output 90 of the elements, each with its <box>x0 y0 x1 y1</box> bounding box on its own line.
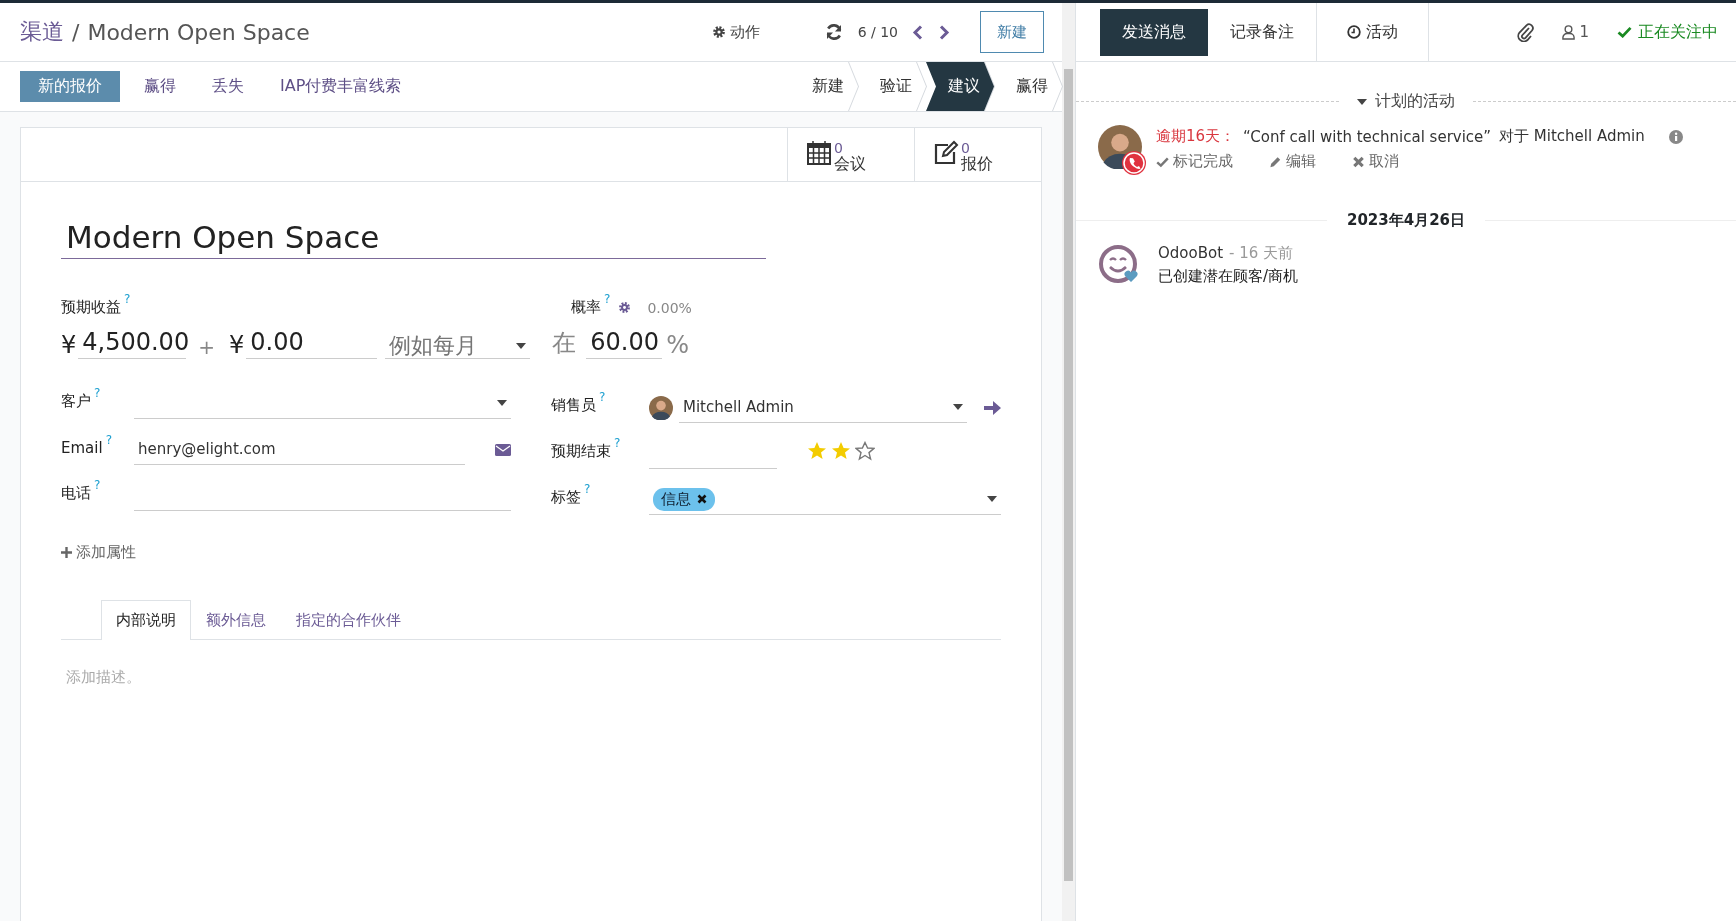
amount-field[interactable]: 4,500.00 <box>78 326 187 359</box>
star-icon[interactable] <box>831 440 851 461</box>
caret-icon <box>953 404 963 410</box>
user-icon <box>1562 24 1576 40</box>
plan-select[interactable]: 例如每月 <box>385 333 531 359</box>
recurring-field[interactable]: 0.00 <box>246 326 378 359</box>
caret-icon <box>516 342 527 349</box>
caret-icon <box>987 496 997 502</box>
chatter-button[interactable]: 活动 <box>1316 3 1429 61</box>
tag-label: 信息 <box>661 489 691 509</box>
bot-avatar-icon <box>1098 244 1140 286</box>
field-label: 电话 <box>61 484 91 503</box>
stage-step[interactable]: 建议 <box>926 62 994 111</box>
probability-field[interactable]: 60.00 <box>586 326 663 359</box>
activity-summary: “Conf call with technical service” <box>1243 127 1492 146</box>
pager-value[interactable]: 6 / 10 <box>857 24 898 40</box>
gear-icon[interactable] <box>618 301 632 314</box>
header-button[interactable]: 赢得 <box>132 71 188 102</box>
percent-sign: % <box>666 331 690 359</box>
close-icon <box>1352 155 1365 168</box>
gear-icon <box>711 25 726 39</box>
breadcrumb-current: Modern Open Space <box>87 19 310 45</box>
currency-symbol: ¥ <box>229 331 245 359</box>
tags-field[interactable]: 信息 <box>649 484 1001 515</box>
notebook-tab[interactable]: 内部说明 <box>101 600 191 640</box>
plus-sign: + <box>198 335 216 359</box>
breadcrumb-separator: / <box>72 19 80 45</box>
overdue-label: 逾期16天： <box>1156 127 1236 146</box>
scrollbar[interactable] <box>1062 3 1075 921</box>
pencil-icon <box>1269 155 1282 168</box>
chatter-button[interactable]: 发送消息 <box>1100 9 1208 56</box>
followers-button[interactable]: 1 <box>1562 16 1589 48</box>
field-label: 预期结束 <box>551 442 611 461</box>
field-label: 销售员 <box>551 396 596 415</box>
new-button[interactable]: 新建 <box>980 11 1044 53</box>
action-menu[interactable]: 动作 <box>699 16 772 48</box>
email-field[interactable]: henry@elight.com <box>134 434 465 465</box>
field-label: 标签 <box>551 488 581 507</box>
smart-count: 0 <box>961 140 971 156</box>
star-icon[interactable] <box>855 440 875 461</box>
smart-count: 0 <box>834 140 844 156</box>
user-avatar <box>649 395 673 420</box>
next-icon[interactable] <box>938 23 950 41</box>
star-icon[interactable] <box>807 440 827 461</box>
header-button[interactable]: IAP付费丰富线索 <box>268 71 414 102</box>
remove-icon[interactable] <box>697 494 707 504</box>
smart-label: 会议 <box>834 156 866 172</box>
header-button[interactable]: 新的报价 <box>20 71 120 102</box>
add-property-button[interactable]: 添加属性 <box>61 543 136 562</box>
at-word: 在 <box>552 328 577 359</box>
salesperson-name: Mitchell Admin <box>683 398 794 416</box>
scrollbar-thumb[interactable] <box>1064 69 1073 881</box>
calendar-icon <box>806 140 832 166</box>
activity-action[interactable]: 编辑 <box>1269 152 1316 171</box>
notebook-tab[interactable]: 额外信息 <box>191 600 281 640</box>
title-field[interactable]: Modern Open Space <box>61 218 766 259</box>
info-icon[interactable] <box>1668 129 1683 144</box>
header-button[interactable]: 丢失 <box>200 71 256 102</box>
notebook-tab[interactable]: 指定的合作伙伴 <box>281 600 416 640</box>
tag-badge[interactable]: 信息 <box>653 487 715 511</box>
currency-symbol: ¥ <box>61 331 77 359</box>
smart-label: 报价 <box>961 156 993 172</box>
field-label: 客户 <box>61 392 91 411</box>
check-icon <box>1617 26 1632 38</box>
probability-value: 0.00% <box>647 299 692 316</box>
phone-badge-icon <box>1122 151 1146 175</box>
caret-icon <box>497 400 507 406</box>
activities-toggle[interactable]: 计划的活动 <box>1351 90 1461 113</box>
activity-action[interactable]: 取消 <box>1352 152 1399 171</box>
field-label: Email <box>61 439 103 457</box>
date-separator: 2023年4月26日 <box>1345 211 1467 230</box>
clock-icon <box>1347 25 1361 39</box>
activity-action[interactable]: 标记完成 <box>1156 152 1233 171</box>
field-label: 预期收益 <box>61 298 121 317</box>
caret-icon <box>1357 98 1367 105</box>
previous-icon[interactable] <box>912 23 924 41</box>
check-icon <box>1156 155 1169 168</box>
activity-assignee: 对于 Mitchell Admin <box>1499 127 1645 146</box>
field-label: 概率 <box>571 298 601 317</box>
paperclip-icon[interactable] <box>1516 22 1535 42</box>
breadcrumb-link[interactable]: 渠道 <box>20 17 64 47</box>
message-time: - 16 天前 <box>1229 244 1294 263</box>
arrow-right-icon[interactable] <box>983 399 1001 416</box>
plus-icon <box>61 547 72 558</box>
envelope-icon[interactable] <box>495 443 511 456</box>
edit-icon <box>933 140 959 166</box>
salesperson-select[interactable]: Mitchell Admin <box>679 392 967 423</box>
author-name[interactable]: OdooBot <box>1158 244 1224 263</box>
following-button[interactable]: 正在关注中 <box>1617 16 1718 48</box>
message-text: 已创建潜在顾客/商机 <box>1158 267 1299 286</box>
